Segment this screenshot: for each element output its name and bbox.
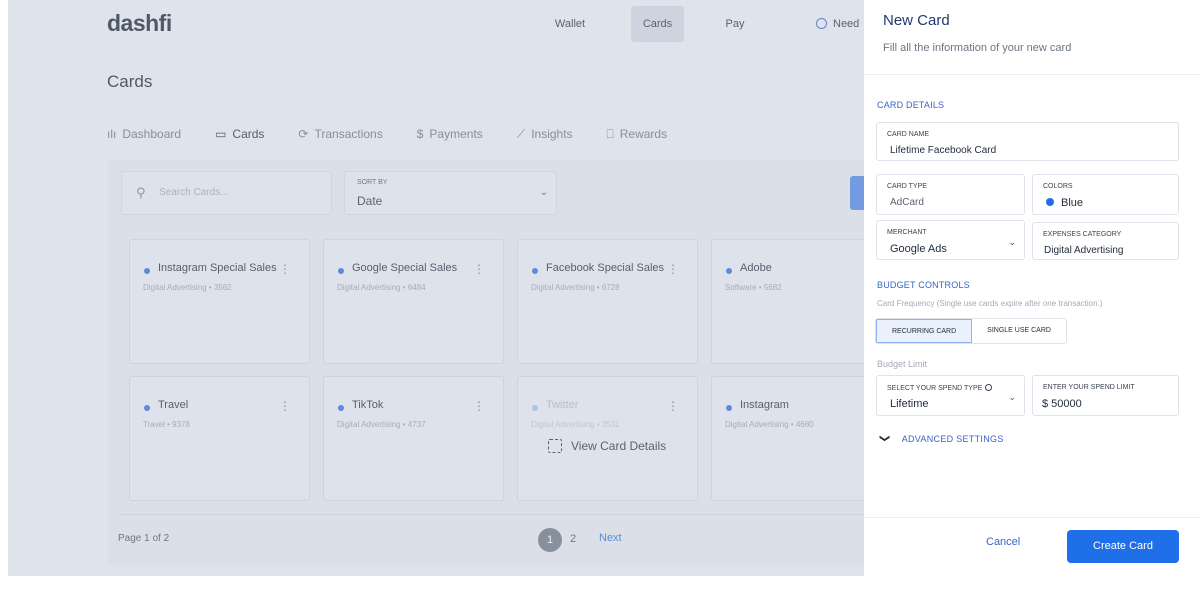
colors-field[interactable]: COLORS Blue [1032, 174, 1179, 215]
app-root: dashfi Wallet Cards Pay Need Cards ılı Da… [0, 0, 1200, 590]
advanced-settings-label: ADVANCED SETTINGS [901, 433, 1004, 444]
cancel-button[interactable]: Cancel [986, 536, 1020, 548]
spend-limit-input[interactable]: ENTER YOUR SPEND LIMIT $ 50000 [1032, 375, 1179, 416]
field-label: COLORS [1043, 183, 1073, 190]
spend-type-label: SELECT YOUR SPEND TYPE [887, 385, 983, 392]
field-label: EXPENSES CATEGORY [1043, 231, 1122, 238]
field-value: AdCard [890, 197, 924, 208]
new-card-drawer: New Card Fill all the information of you… [864, 0, 1200, 576]
budget-limit-label: Budget Limit [877, 359, 928, 369]
drawer-subtitle: Fill all the information of your new car… [883, 42, 1072, 54]
divider [864, 74, 1200, 75]
color-value: Blue [1046, 197, 1083, 209]
single-use-card-option[interactable]: SINGLE USE CARD [972, 319, 1066, 343]
field-label: ENTER YOUR SPEND LIMIT [1043, 384, 1135, 391]
field-value: Google Ads [890, 243, 947, 255]
chevron-down-icon: ⌄ [1008, 392, 1016, 402]
expenses-category-field[interactable]: EXPENSES CATEGORY Digital Advertising [1032, 222, 1179, 260]
chevron-down-icon: ❯ [878, 434, 890, 443]
card-frequency-hint: Card Frequency (Single use cards expire … [877, 299, 1103, 308]
modal-backdrop[interactable] [8, 0, 864, 576]
field-label: SELECT YOUR SPEND TYPE [887, 384, 993, 392]
spend-type-select[interactable]: SELECT YOUR SPEND TYPE Lifetime ⌄ [876, 375, 1025, 416]
field-value: Lifetime Facebook Card [890, 145, 997, 156]
field-label: MERCHANT [887, 229, 927, 236]
info-icon [985, 384, 993, 391]
field-value: $ 50000 [1042, 398, 1082, 410]
recurring-card-option[interactable]: RECURRING CARD [876, 319, 973, 343]
budget-controls-heading: BUDGET CONTROLS [877, 280, 970, 290]
divider [864, 517, 1200, 518]
field-value: Lifetime [890, 398, 929, 410]
advanced-settings-toggle[interactable]: ❯ ADVANCED SETTINGS [878, 433, 1004, 444]
chevron-down-icon: ⌄ [1008, 237, 1016, 247]
card-type-field[interactable]: CARD TYPE AdCard [876, 174, 1025, 215]
color-swatch [1046, 198, 1054, 206]
field-label: CARD TYPE [887, 183, 927, 190]
card-details-heading: CARD DETAILS [877, 100, 945, 110]
field-label: CARD NAME [887, 131, 930, 138]
field-value: Blue [1061, 197, 1084, 209]
create-card-button[interactable]: Create Card [1067, 530, 1179, 563]
card-name-field[interactable]: CARD NAME Lifetime Facebook Card [876, 122, 1179, 161]
card-frequency-toggle: RECURRING CARD SINGLE USE CARD [875, 318, 1067, 344]
merchant-select[interactable]: MERCHANT Google Ads ⌄ [876, 220, 1025, 260]
field-value: Digital Advertising [1044, 245, 1124, 256]
drawer-title: New Card [883, 12, 950, 29]
